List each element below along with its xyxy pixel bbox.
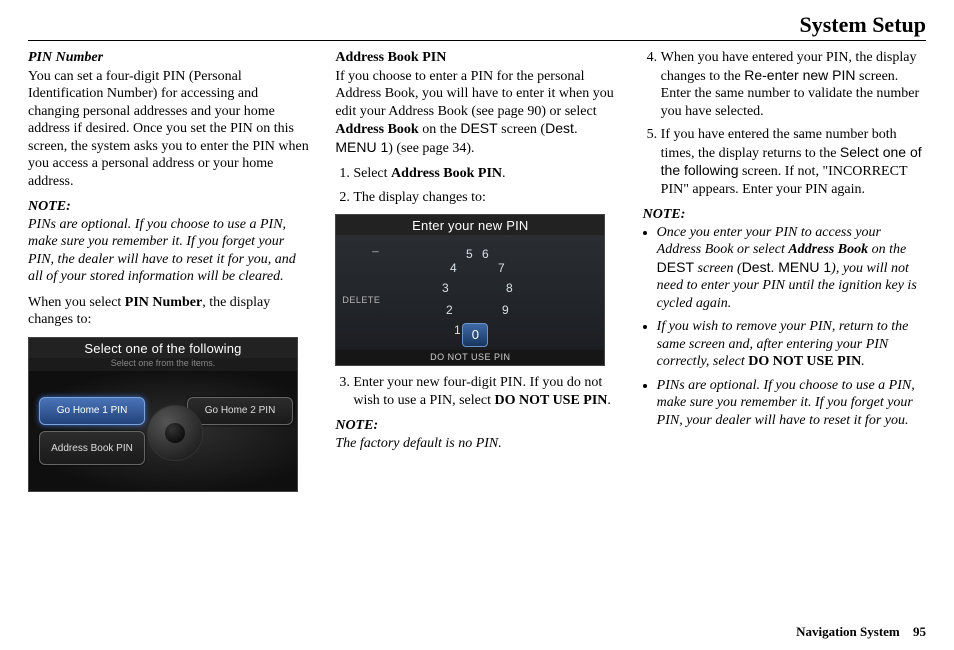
header-rule bbox=[28, 40, 926, 41]
screenshot-enter-pin: Enter your new PIN _ DELETE 5 6 4 7 3 8 … bbox=[335, 214, 605, 366]
pin-number-heading: PIN Number bbox=[28, 49, 311, 67]
content-columns: PIN Number You can set a four-digit PIN … bbox=[28, 49, 926, 492]
pin-number-intro: You can set a four-digit PIN (Personal I… bbox=[28, 68, 311, 191]
go-home-2-pin-button[interactable]: Go Home 2 PIN bbox=[187, 397, 293, 425]
screen-body: Go Home 1 PIN Go Home 2 PIN Address Book… bbox=[29, 371, 297, 491]
number-dial[interactable]: 5 6 4 7 3 8 2 9 1 0 bbox=[420, 247, 530, 357]
note-factory-default: The factory default is no PIN. bbox=[335, 435, 618, 453]
column-1: PIN Number You can set a four-digit PIN … bbox=[28, 49, 311, 492]
dial-6[interactable]: 6 bbox=[478, 247, 492, 262]
step-4: When you have entered your PIN, the disp… bbox=[661, 49, 926, 120]
dial-2[interactable]: 2 bbox=[442, 303, 456, 318]
rotary-knob-icon bbox=[147, 405, 203, 461]
steps-list: Select Address Book PIN. The display cha… bbox=[335, 165, 618, 206]
screen-title: Select one of the following bbox=[29, 338, 297, 358]
footer-label: Navigation System bbox=[796, 624, 900, 639]
page-number: 95 bbox=[913, 624, 926, 639]
address-book-pin-intro: If you choose to enter a PIN for the per… bbox=[335, 68, 618, 158]
page-footer: Navigation System 95 bbox=[796, 624, 926, 640]
dial-0-selected[interactable]: 0 bbox=[462, 323, 488, 347]
manual-page: System Setup PIN Number You can set a fo… bbox=[0, 0, 954, 650]
step-5: If you have entered the same number both… bbox=[661, 126, 926, 198]
note-body: PINs are optional. If you choose to use … bbox=[28, 216, 311, 286]
go-home-1-pin-button[interactable]: Go Home 1 PIN bbox=[39, 397, 145, 425]
screen-body: _ DELETE 5 6 4 7 3 8 2 9 1 0 DO NOT US bbox=[336, 235, 604, 365]
screen-subtitle: Select one from the items. bbox=[29, 358, 297, 371]
step-3: Enter your new four-digit PIN. If you do… bbox=[353, 374, 618, 409]
address-book-pin-heading: Address Book PIN bbox=[335, 49, 618, 67]
page-header: System Setup bbox=[28, 12, 926, 40]
address-book-pin-button[interactable]: Address Book PIN bbox=[39, 431, 145, 465]
column-3: When you have entered your PIN, the disp… bbox=[643, 49, 926, 492]
screenshot-select-one: Select one of the following Select one f… bbox=[28, 337, 298, 493]
note-label: NOTE: bbox=[643, 206, 926, 224]
screen-title: Enter your new PIN bbox=[336, 215, 604, 235]
column-2: Address Book PIN If you choose to enter … bbox=[335, 49, 618, 492]
note-bullet-3: PINs are optional. If you choose to use … bbox=[657, 377, 926, 430]
dial-4[interactable]: 4 bbox=[446, 261, 460, 276]
delete-button[interactable]: DELETE bbox=[342, 295, 380, 306]
note-label: NOTE: bbox=[28, 198, 311, 216]
do-not-use-pin-button[interactable]: DO NOT USE PIN bbox=[336, 350, 604, 365]
note-bullet-2: If you wish to remove your PIN, return t… bbox=[657, 318, 926, 371]
steps-list-cont: Enter your new four-digit PIN. If you do… bbox=[335, 374, 618, 409]
select-pin-lead: When you select PIN Number, the display … bbox=[28, 294, 311, 329]
note-bullets: Once you enter your PIN to access your A… bbox=[643, 224, 926, 430]
dial-5[interactable]: 5 bbox=[462, 247, 476, 262]
step-1: Select Address Book PIN. bbox=[353, 165, 618, 183]
dial-3[interactable]: 3 bbox=[438, 281, 452, 296]
note-bullet-1: Once you enter your PIN to access your A… bbox=[657, 224, 926, 313]
step-2: The display changes to: bbox=[353, 189, 618, 207]
dial-9[interactable]: 9 bbox=[498, 303, 512, 318]
dial-8[interactable]: 8 bbox=[502, 281, 516, 296]
pin-cursor: _ bbox=[372, 241, 378, 255]
note-label: NOTE: bbox=[335, 417, 618, 435]
steps-list-cont2: When you have entered your PIN, the disp… bbox=[643, 49, 926, 198]
dial-7[interactable]: 7 bbox=[494, 261, 508, 276]
